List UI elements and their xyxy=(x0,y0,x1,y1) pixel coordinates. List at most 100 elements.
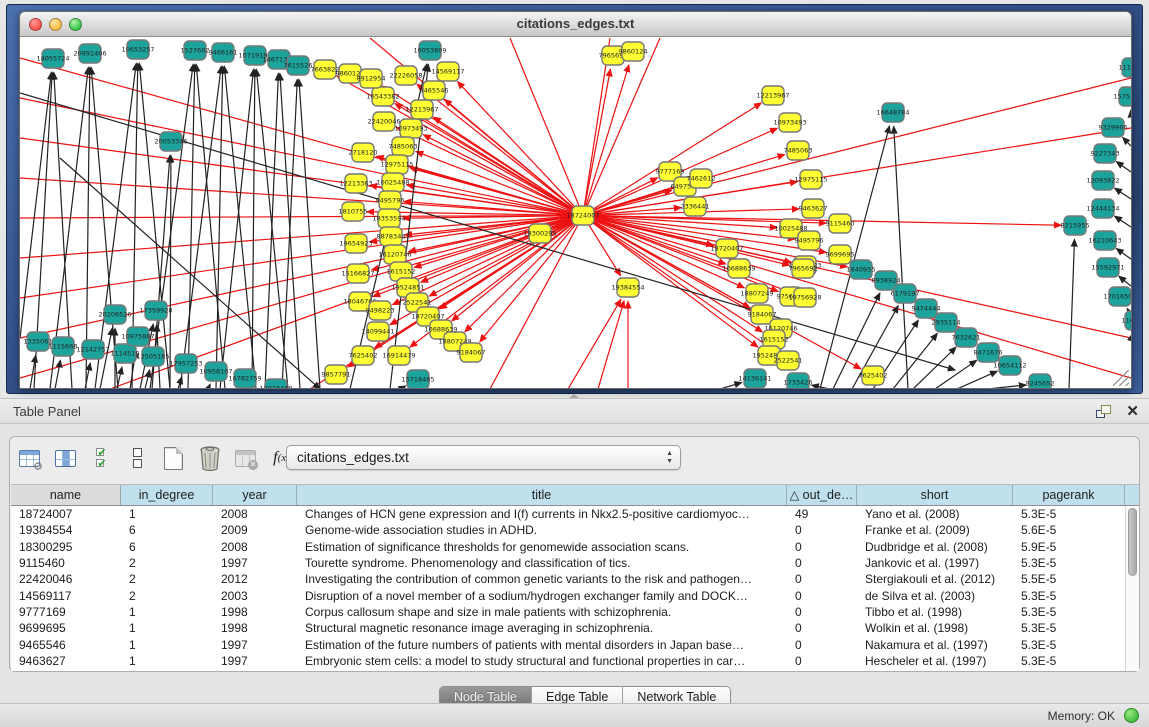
selected-edge[interactable] xyxy=(510,38,583,216)
table-cell[interactable]: 49 xyxy=(787,507,857,521)
table-cell[interactable]: 5.3E-5 xyxy=(1013,605,1125,619)
table-cell[interactable]: 5.3E-5 xyxy=(1013,589,1125,603)
memory-ok-indicator[interactable] xyxy=(1124,708,1139,723)
table-cell[interactable]: 5.3E-5 xyxy=(1013,556,1125,570)
table-scrollbar[interactable] xyxy=(1125,506,1139,671)
table-cell[interactable]: 1 xyxy=(121,654,213,668)
table-cell[interactable]: 1 xyxy=(121,621,213,635)
table-cell[interactable]: 22420046 xyxy=(11,572,121,586)
selected-edge[interactable] xyxy=(583,216,789,266)
network-window-titlebar[interactable]: citations_edges.txt xyxy=(20,12,1131,37)
edge[interactable] xyxy=(1115,188,1131,199)
edge[interactable] xyxy=(145,370,150,389)
edge[interactable] xyxy=(893,333,937,389)
table-cell[interactable]: 2008 xyxy=(213,540,297,554)
table-cell[interactable]: Genome-wide association studies in ADHD. xyxy=(297,523,787,537)
table-cell[interactable]: 0 xyxy=(787,589,857,603)
table-cell[interactable]: 1 xyxy=(121,638,213,652)
table-row[interactable]: 2242004622012Investigating the contribut… xyxy=(11,571,1125,587)
edge[interactable] xyxy=(299,79,320,389)
selected-edge[interactable] xyxy=(598,301,624,389)
table-cell[interactable]: 2 xyxy=(121,556,213,570)
table-cell[interactable]: Investigating the contribution of common… xyxy=(297,572,787,586)
table-cell[interactable]: 2 xyxy=(121,572,213,586)
table-cell[interactable]: 1 xyxy=(121,605,213,619)
edge[interactable] xyxy=(188,64,195,389)
table-cell[interactable]: 2012 xyxy=(213,572,297,586)
table-cell[interactable]: 0 xyxy=(787,540,857,554)
row-height-icon[interactable] xyxy=(124,445,151,472)
edge[interactable] xyxy=(1069,239,1074,389)
table-cell[interactable]: Changes of HCN gene expression and I(f) … xyxy=(297,507,787,521)
edge[interactable] xyxy=(1116,162,1131,172)
table-cell[interactable]: 1998 xyxy=(213,621,297,635)
window-resize-grip[interactable] xyxy=(1113,370,1129,386)
table-row[interactable]: 977716911998Corpus callosum shape and si… xyxy=(11,604,1125,620)
table-cell[interactable]: 0 xyxy=(787,638,857,652)
table-cell[interactable]: 1998 xyxy=(213,605,297,619)
table-cell[interactable]: 1997 xyxy=(213,638,297,652)
table-cell[interactable]: Yano et al. (2008) xyxy=(857,507,1013,521)
table-source-dropdown[interactable]: citations_edges.txt ▲▼ xyxy=(286,445,681,470)
selected-edge[interactable] xyxy=(583,103,761,216)
table-row[interactable]: 1456911722003Disruption of a novel membe… xyxy=(11,587,1125,603)
table-cell[interactable]: Structural magnetic resonance image aver… xyxy=(297,621,787,635)
table-cell[interactable]: Corpus callosum shape and size in male p… xyxy=(297,605,787,619)
table-cell[interactable]: 19384554 xyxy=(11,523,121,537)
table-cell[interactable]: 1997 xyxy=(213,556,297,570)
selected-edge[interactable] xyxy=(583,216,1131,379)
table-row[interactable]: 969969511998Structural magnetic resonanc… xyxy=(11,620,1125,636)
column-header-pagerank[interactable]: pagerank xyxy=(1013,485,1125,505)
table-cell[interactable]: 9115460 xyxy=(11,556,121,570)
table-cell[interactable]: 5.3E-5 xyxy=(1013,507,1125,521)
table-cell[interactable]: 6 xyxy=(121,523,213,537)
table-cell[interactable]: 1 xyxy=(121,507,213,521)
table-cell[interactable]: 2 xyxy=(121,589,213,603)
table-cell[interactable]: 0 xyxy=(787,572,857,586)
table-cell[interactable]: 6 xyxy=(121,540,213,554)
table-row[interactable]: 946362711997Embryonic stem cells: a mode… xyxy=(11,653,1125,669)
table-cell[interactable]: Disruption of a novel member of a sodium… xyxy=(297,589,787,603)
table-cell[interactable]: de Silva et al. (2003) xyxy=(857,589,1013,603)
table-cell[interactable]: 2008 xyxy=(213,507,297,521)
table-cell[interactable]: Dudbridge et al. (2008) xyxy=(857,540,1013,554)
table-cell[interactable]: 2009 xyxy=(213,523,297,537)
citation-graph[interactable]: 1872400718300295193845541456911794655461… xyxy=(20,38,1131,389)
edge[interactable] xyxy=(220,69,254,389)
column-header-title[interactable]: title xyxy=(297,485,787,505)
table-cell[interactable]: 5.3E-5 xyxy=(1013,654,1125,668)
table-cell[interactable]: Jankovic et al. (1997) xyxy=(857,556,1013,570)
table-cell[interactable]: Tibbo et al. (1998) xyxy=(857,605,1013,619)
column-header-year[interactable]: year xyxy=(213,485,297,505)
table-cell[interactable]: 18300295 xyxy=(11,540,121,554)
table-cell[interactable]: 2003 xyxy=(213,589,297,603)
table-cell[interactable]: 5.3E-5 xyxy=(1013,621,1125,635)
selected-edge[interactable] xyxy=(423,135,583,216)
edge[interactable] xyxy=(894,126,908,389)
edge[interactable] xyxy=(170,155,171,389)
table-cell[interactable]: 0 xyxy=(787,621,857,635)
edge[interactable] xyxy=(208,384,210,389)
edge[interactable] xyxy=(957,371,997,389)
edge[interactable] xyxy=(1119,276,1131,286)
table-row[interactable]: 1872400712008Changes of HCN gene express… xyxy=(11,506,1125,522)
table-cell[interactable]: Stergiakouli et al. (2012) xyxy=(857,572,1013,586)
edge[interactable] xyxy=(1116,249,1131,259)
table-cell[interactable]: Estimation of the future numbers of pati… xyxy=(297,638,787,652)
table-cell[interactable]: 9699695 xyxy=(11,621,121,635)
table-row[interactable]: 1830029562008Estimation of significance … xyxy=(11,539,1125,555)
edge[interactable] xyxy=(987,385,1026,389)
column-header-in_degree[interactable]: in_degree xyxy=(121,485,213,505)
edge[interactable] xyxy=(282,79,297,389)
table-cell[interactable]: 5.3E-5 xyxy=(1013,638,1125,652)
column-header-short[interactable]: short xyxy=(857,485,1013,505)
table-cell[interactable]: 9463627 xyxy=(11,654,121,668)
table-cell[interactable]: 0 xyxy=(787,654,857,668)
trash-icon[interactable] xyxy=(196,445,223,472)
table-cell[interactable]: 9465546 xyxy=(11,638,121,652)
edge[interactable] xyxy=(55,360,60,389)
table-cell[interactable]: Estimation of significance thresholds fo… xyxy=(297,540,787,554)
selected-edge[interactable] xyxy=(458,82,583,216)
table-cell[interactable]: Wolkin et al. (1998) xyxy=(857,621,1013,635)
table-scrollbar-thumb[interactable] xyxy=(1128,508,1137,576)
